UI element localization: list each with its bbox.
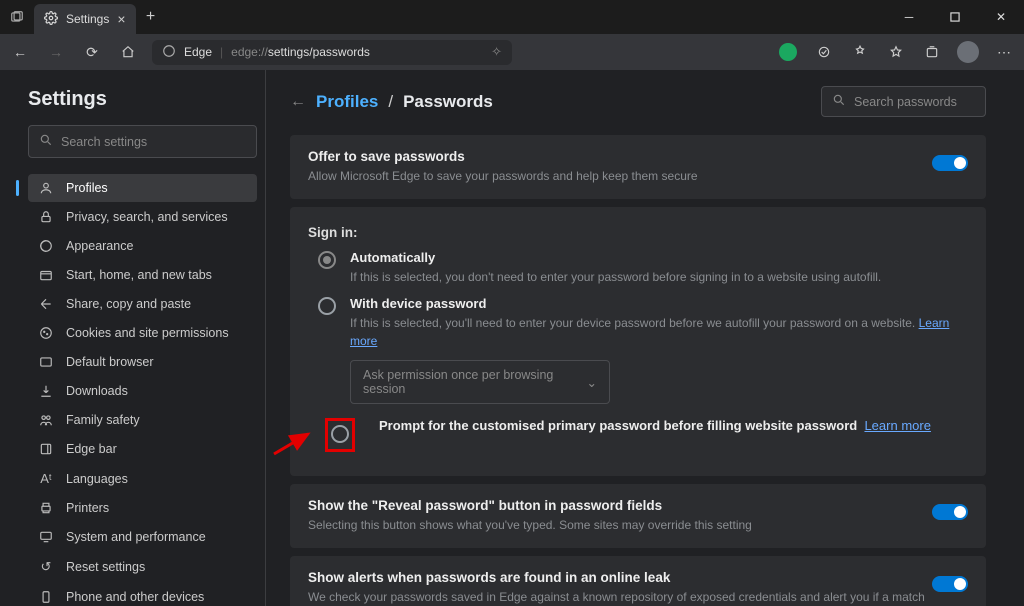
sidebar-item-profiles[interactable]: Profiles: [28, 174, 257, 202]
sidebar-item-start[interactable]: Start, home, and new tabs: [28, 261, 257, 289]
breadcrumb-separator: /: [388, 92, 393, 112]
more-button[interactable]: ⋯: [988, 36, 1020, 68]
system-icon: [38, 530, 54, 544]
annotation-highlight: [325, 418, 355, 452]
profile-button[interactable]: [952, 36, 984, 68]
search-settings-input[interactable]: Search settings: [28, 125, 257, 158]
maximize-button[interactable]: [932, 0, 978, 34]
sidebar-item-share[interactable]: Share, copy and paste: [28, 290, 257, 318]
profile-icon: [38, 181, 54, 195]
sidebar-item-languages[interactable]: AᵗLanguages: [28, 464, 257, 493]
tabs-icon: [38, 268, 54, 282]
sidebar-item-family[interactable]: Family safety: [28, 406, 257, 434]
reveal-row: Show the "Reveal password" button in pas…: [290, 484, 986, 548]
forward-button: →: [40, 36, 72, 68]
edge-label: Edge: [184, 45, 212, 59]
printer-icon: [38, 501, 54, 515]
back-button[interactable]: ←: [4, 36, 36, 68]
search-passwords-input[interactable]: Search passwords: [821, 86, 986, 117]
annotation-arrow: [272, 428, 314, 458]
sidebar-item-phone[interactable]: Phone and other devices: [28, 583, 257, 606]
gear-icon: [44, 11, 58, 28]
reset-icon: ↺: [38, 559, 54, 575]
extension-icon[interactable]: [808, 36, 840, 68]
sidebar-item-privacy[interactable]: Privacy, search, and services: [28, 203, 257, 231]
favorites-icon[interactable]: [880, 36, 912, 68]
ask-permission-select[interactable]: Ask permission once per browsing session…: [350, 360, 610, 404]
sidebar-item-appearance[interactable]: Appearance: [28, 232, 257, 260]
edgebar-icon: [38, 442, 54, 456]
favorite-icon[interactable]: ✧: [491, 44, 502, 60]
sidebar-item-system[interactable]: System and performance: [28, 523, 257, 551]
extensions-icon[interactable]: [844, 36, 876, 68]
prompt-learn-more-link[interactable]: Learn more: [864, 418, 930, 433]
cookie-icon: [38, 326, 54, 340]
offer-desc: Allow Microsoft Edge to save your passwo…: [308, 167, 932, 185]
edge-icon: [162, 44, 176, 61]
sidebar-item-edgebar[interactable]: Edge bar: [28, 435, 257, 463]
close-window-button[interactable]: ✕: [978, 0, 1024, 34]
close-tab-icon[interactable]: ×: [117, 11, 125, 27]
phone-icon: [38, 590, 54, 604]
sidebar-item-printers[interactable]: Printers: [28, 494, 257, 522]
signin-section: Sign in: Automatically If this is select…: [290, 207, 986, 476]
sidebar-item-default-browser[interactable]: Default browser: [28, 348, 257, 376]
reveal-toggle[interactable]: [932, 504, 968, 520]
browser-icon: [38, 355, 54, 369]
chevron-down-icon: ⌄: [587, 375, 597, 390]
signin-auto-option[interactable]: Automatically If this is selected, you d…: [308, 250, 968, 286]
alerts-section: Show alerts when passwords are found in …: [290, 556, 986, 606]
signin-prompt-option[interactable]: Prompt for the customised primary passwo…: [308, 418, 968, 452]
lock-icon: [38, 210, 54, 224]
new-tab-button[interactable]: +: [136, 8, 166, 26]
settings-heading: Settings: [28, 88, 257, 111]
family-icon: [38, 413, 54, 427]
share-icon: [38, 297, 54, 311]
home-button[interactable]: [112, 36, 144, 68]
collections-icon[interactable]: [916, 36, 948, 68]
search-icon: [39, 133, 53, 150]
language-icon: Aᵗ: [38, 471, 54, 486]
breadcrumb-current: Passwords: [403, 92, 493, 112]
refresh-button[interactable]: ⟳: [76, 36, 108, 68]
workspaces-icon[interactable]: [0, 10, 34, 24]
signin-heading: Sign in:: [308, 221, 968, 250]
appearance-icon: [38, 239, 54, 253]
address-bar[interactable]: Edge | edge://settings/passwords ✧: [152, 40, 512, 65]
offer-toggle[interactable]: [932, 155, 968, 171]
sidebar-item-downloads[interactable]: Downloads: [28, 377, 257, 405]
signin-device-option[interactable]: With device password If this is selected…: [308, 296, 968, 350]
radio-prompt[interactable]: [331, 425, 349, 443]
sidebar-item-reset[interactable]: ↺Reset settings: [28, 552, 257, 582]
breadcrumb-root[interactable]: Profiles: [316, 92, 378, 112]
sidebar-item-cookies[interactable]: Cookies and site permissions: [28, 319, 257, 347]
offer-save-passwords-row: Offer to save passwords Allow Microsoft …: [290, 135, 986, 199]
tab-title: Settings: [66, 12, 109, 26]
radio-device[interactable]: [318, 297, 336, 315]
minimize-button[interactable]: ─: [886, 0, 932, 34]
radio-auto[interactable]: [318, 251, 336, 269]
download-icon: [38, 384, 54, 398]
search-icon: [832, 93, 846, 110]
offer-title: Offer to save passwords: [308, 149, 932, 164]
browser-tab[interactable]: Settings ×: [34, 4, 136, 34]
extension-grammar-icon[interactable]: [772, 36, 804, 68]
breadcrumb-back-icon[interactable]: ←: [290, 93, 306, 111]
alerts-toggle[interactable]: [932, 576, 968, 592]
